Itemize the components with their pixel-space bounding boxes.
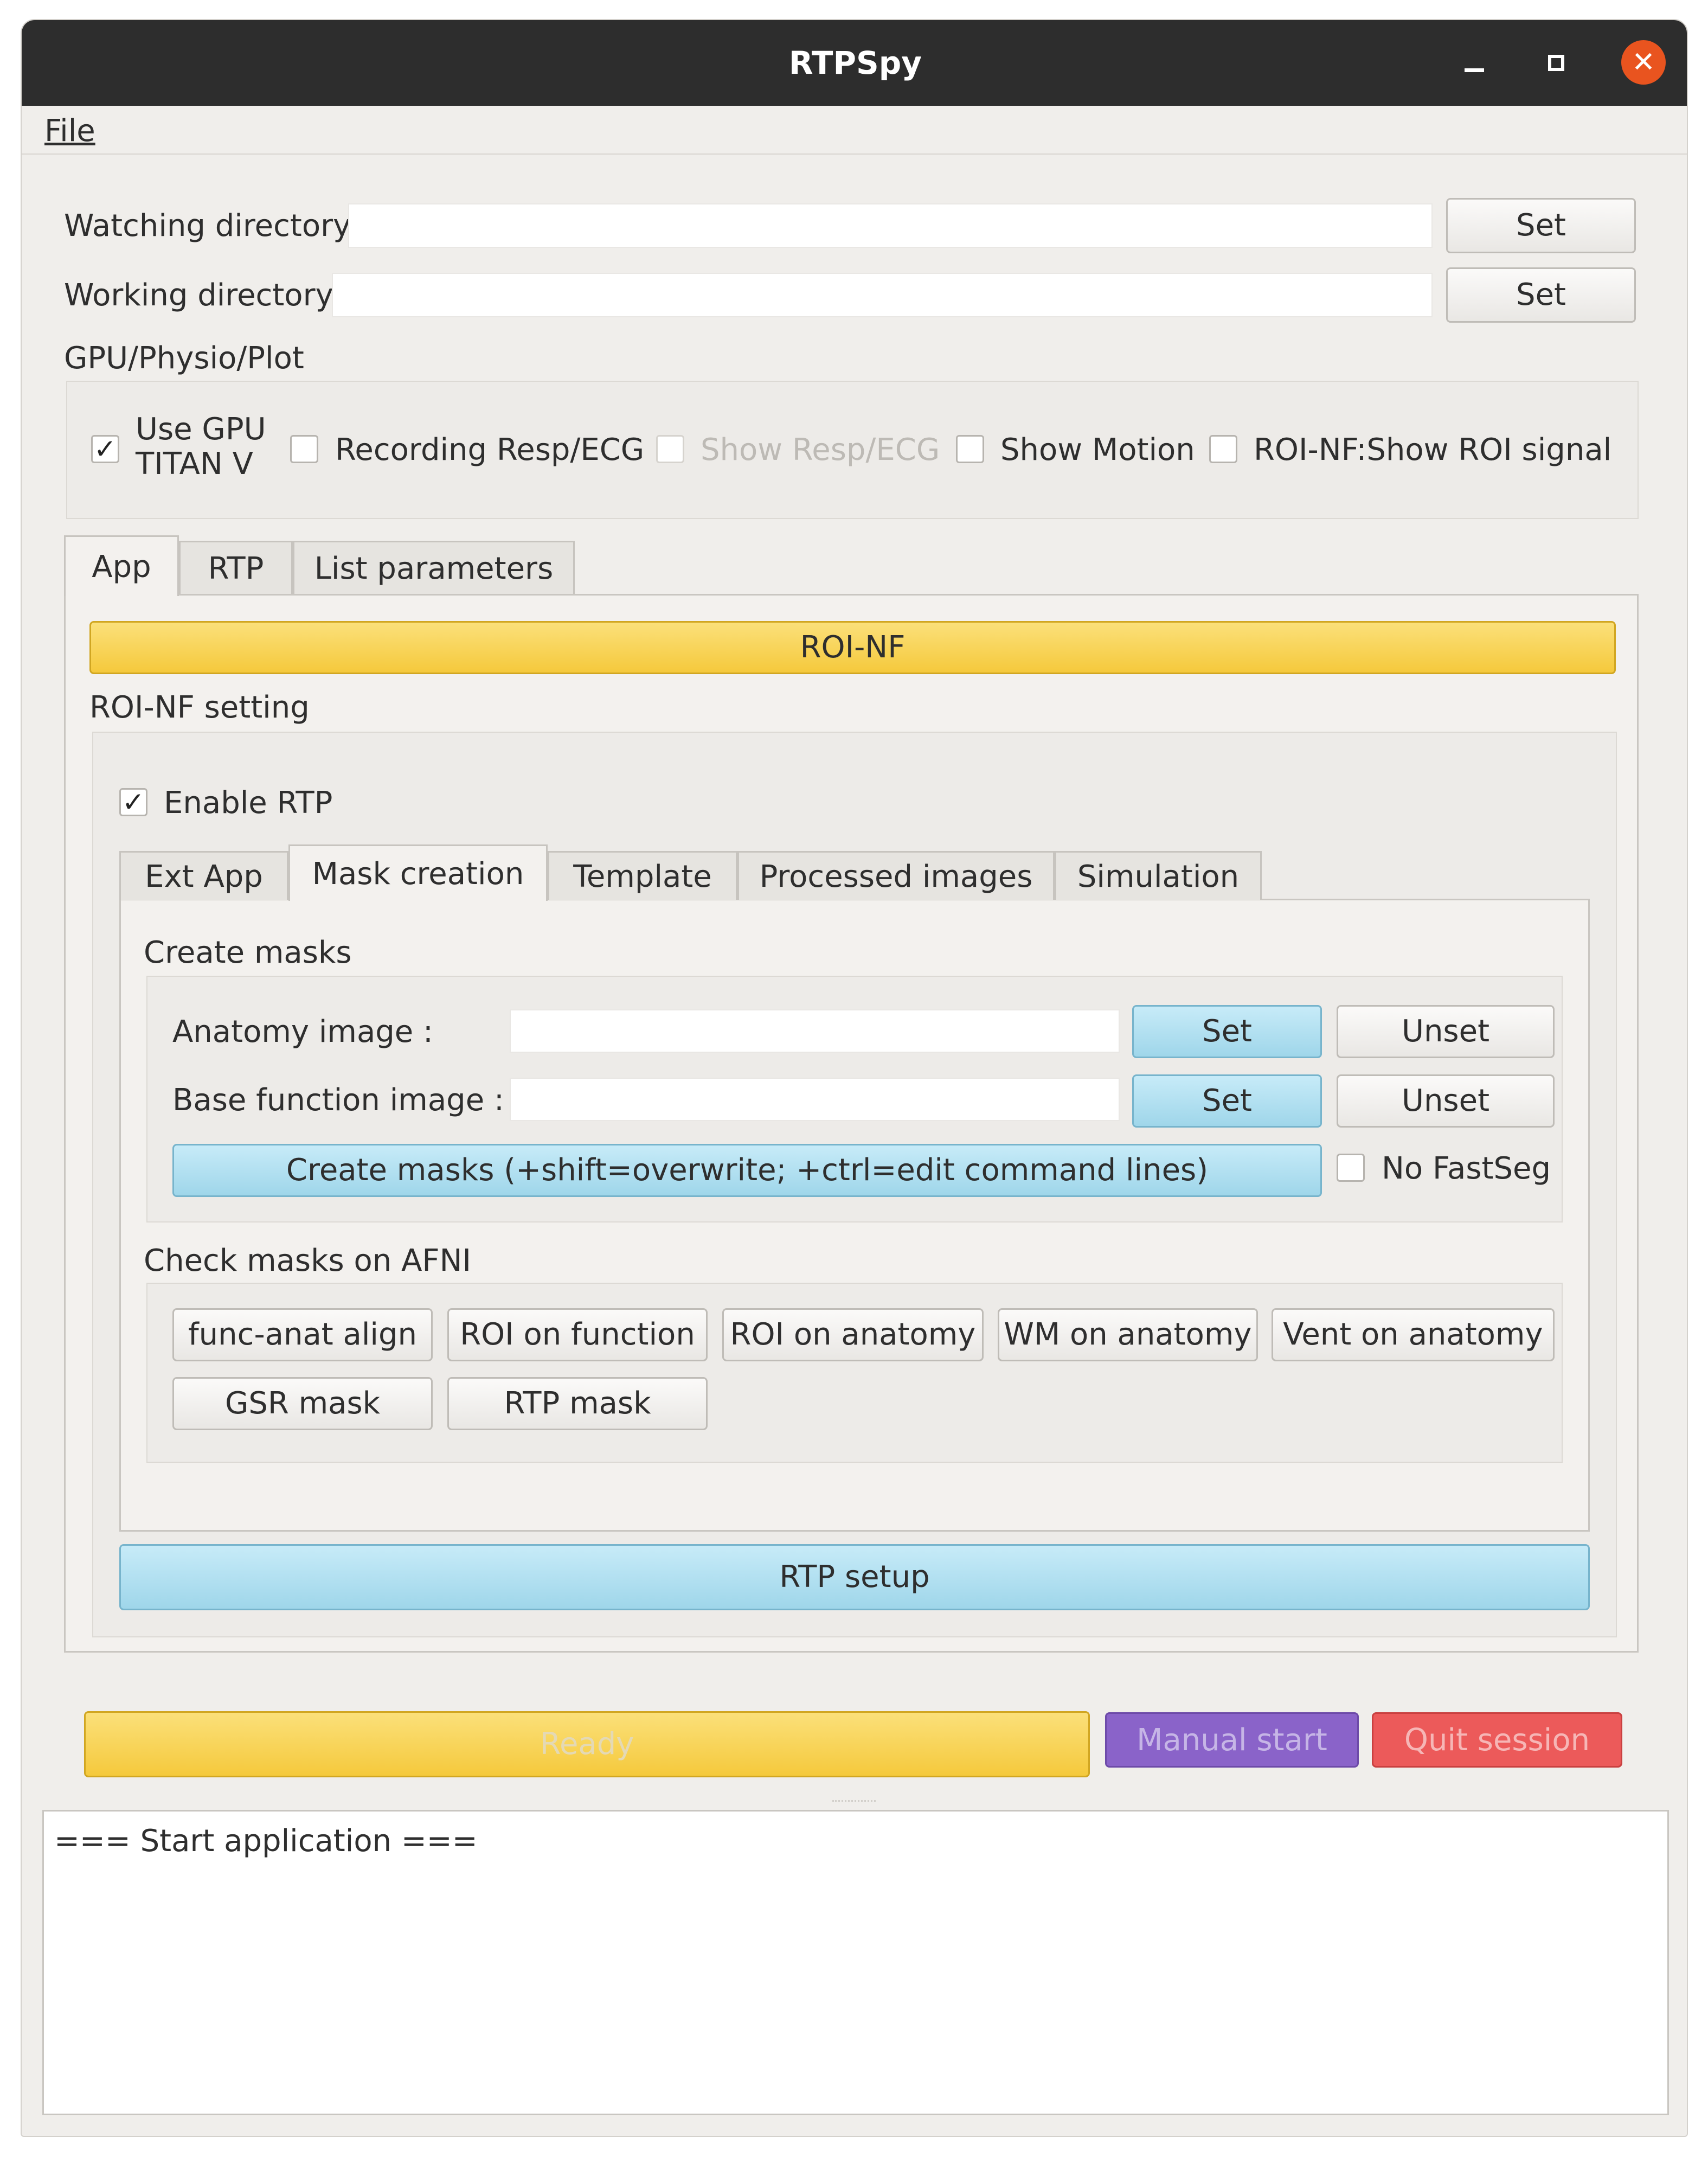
working-set-button[interactable]: Set [1446, 267, 1636, 323]
create-masks-title: Create masks [144, 935, 352, 970]
minimize-icon[interactable] [1461, 50, 1488, 77]
base-unset-button[interactable]: Unset [1337, 1074, 1555, 1128]
manual-start-button[interactable]: Manual start [1105, 1712, 1359, 1768]
log-text: === Start application === [54, 1823, 478, 1859]
tab-mask-creation[interactable]: Mask creation [288, 844, 548, 901]
enable-rtp-checkbox[interactable]: ✓ [119, 788, 147, 816]
tab-app[interactable]: App [64, 535, 179, 596]
use-gpu-checkbox[interactable]: ✓ [91, 435, 119, 463]
gpu-group-title: GPU/Physio/Plot [64, 341, 304, 376]
base-function-image-input[interactable] [510, 1078, 1120, 1121]
check-masks-title: Check masks on AFNI [144, 1243, 471, 1278]
splitter-handle[interactable] [832, 1800, 876, 1803]
roi-signal-label: ROI-NF:Show ROI signal [1254, 432, 1612, 468]
gsr-mask-button[interactable]: GSR mask [172, 1377, 433, 1430]
show-motion-checkbox[interactable] [956, 435, 984, 463]
tab-list-parameters[interactable]: List parameters [293, 541, 575, 594]
roi-on-anatomy-button[interactable]: ROI on anatomy [722, 1308, 984, 1361]
tab-simulation[interactable]: Simulation [1055, 851, 1262, 900]
rtp-mask-button[interactable]: RTP mask [447, 1377, 708, 1430]
tab-template[interactable]: Template [548, 851, 737, 900]
roi-signal-checkbox[interactable] [1209, 435, 1237, 463]
menu-file[interactable]: File [44, 112, 95, 150]
no-fastseg-label: No FastSeg [1382, 1151, 1551, 1186]
anatomy-unset-button[interactable]: Unset [1337, 1005, 1555, 1058]
recording-resp-ecg-label: Recording Resp/ECG [335, 432, 645, 468]
close-icon[interactable]: ✕ [1621, 40, 1666, 85]
recording-resp-ecg-checkbox[interactable] [290, 435, 318, 463]
show-resp-ecg-checkbox[interactable] [656, 435, 684, 463]
anatomy-image-label: Anatomy image : [172, 1014, 433, 1049]
roi-nf-button[interactable]: ROI-NF [89, 621, 1616, 674]
app-window: RTPSpy ✕ File Watching directory Set Wor… [21, 19, 1688, 2137]
roi-nf-setting-title: ROI-NF setting [89, 690, 310, 725]
working-directory-input[interactable] [332, 273, 1433, 317]
vent-on-anatomy-button[interactable]: Vent on anatomy [1272, 1308, 1555, 1361]
anatomy-image-input[interactable] [510, 1009, 1120, 1053]
menu-bar [22, 106, 1687, 155]
wm-on-anatomy-button[interactable]: WM on anatomy [998, 1308, 1258, 1361]
use-gpu-label-2: TITAN V [136, 446, 253, 482]
ready-button[interactable]: Ready [84, 1711, 1090, 1777]
watching-directory-input[interactable] [348, 203, 1433, 248]
show-resp-ecg-label: Show Resp/ECG [701, 432, 940, 468]
base-set-button[interactable]: Set [1132, 1074, 1322, 1128]
no-fastseg-checkbox[interactable] [1337, 1154, 1365, 1182]
roi-on-function-button[interactable]: ROI on function [447, 1308, 708, 1361]
func-anat-align-button[interactable]: func-anat align [172, 1308, 433, 1361]
quit-session-button[interactable]: Quit session [1372, 1712, 1622, 1768]
tab-ext-app[interactable]: Ext App [119, 851, 288, 900]
working-directory-label: Working directory [64, 278, 333, 313]
enable-rtp-label: Enable RTP [164, 785, 333, 821]
tab-processed-images[interactable]: Processed images [737, 851, 1055, 900]
rtp-setup-button[interactable]: RTP setup [119, 1544, 1590, 1610]
watching-directory-label: Watching directory [64, 208, 351, 244]
show-motion-label: Show Motion [1000, 432, 1195, 468]
create-masks-button[interactable]: Create masks (+shift=overwrite; +ctrl=ed… [172, 1144, 1322, 1197]
use-gpu-label-1: Use GPU [136, 412, 266, 447]
watching-set-button[interactable]: Set [1446, 198, 1636, 253]
window-title: RTPSpy [788, 44, 922, 81]
anatomy-set-button[interactable]: Set [1132, 1005, 1322, 1058]
tab-rtp[interactable]: RTP [179, 541, 293, 594]
maximize-icon[interactable] [1543, 50, 1570, 77]
base-function-image-label: Base function image : [172, 1083, 504, 1118]
